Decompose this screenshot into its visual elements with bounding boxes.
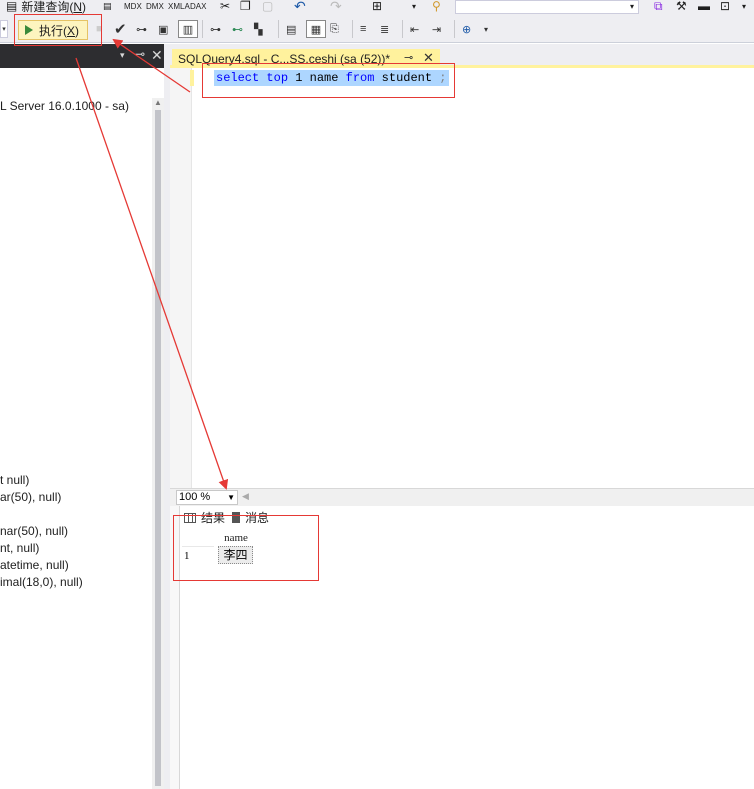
annotation-arrows [75, 38, 229, 490]
ssms-window: ▤ 新建查询(N) ▤ MDX DMX XMLA DAX ✂ ❐ ▢ ↶ ↷ ⊞… [0, 0, 754, 789]
arrow-query-to-execute [112, 38, 191, 93]
arrow-execute-to-results [75, 57, 229, 490]
